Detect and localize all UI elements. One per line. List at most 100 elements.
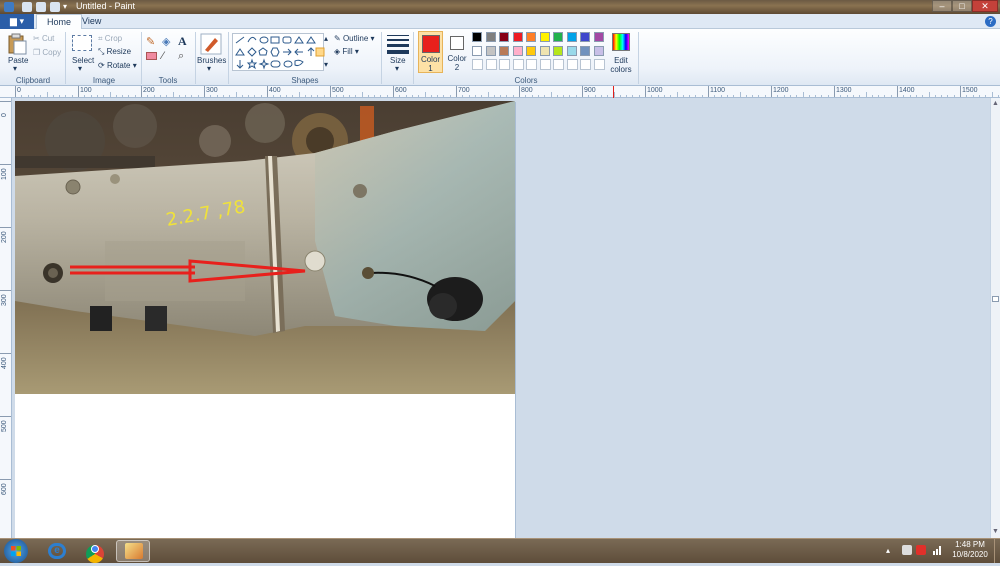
vertical-scrollbar[interactable]: ▲ ▼ — [990, 98, 1000, 538]
text-tool-icon[interactable]: A — [178, 34, 187, 49]
cut-button[interactable]: ✂ Cut — [33, 34, 54, 43]
color1-button[interactable]: Color 1 — [418, 31, 443, 73]
custom-color-slot[interactable] — [485, 59, 497, 70]
size-icon[interactable] — [387, 35, 409, 54]
file-menu-button[interactable]: ▆ ▾ — [0, 14, 34, 29]
custom-color-slot[interactable] — [472, 59, 483, 70]
eraser-icon[interactable] — [146, 52, 157, 60]
custom-color-slot[interactable] — [539, 59, 551, 70]
scroll-down-icon[interactable]: ▼ — [992, 528, 999, 535]
outline-button[interactable]: ✎ Outline ▾ — [334, 34, 375, 43]
ruler-tick — [0, 479, 11, 480]
custom-color-slot[interactable] — [593, 59, 605, 70]
taskbar-internet-explorer[interactable]: e — [40, 540, 74, 562]
outline-label: Outline — [342, 34, 369, 43]
taskbar-chrome[interactable] — [78, 540, 112, 563]
magnifier-icon[interactable]: ⌕ — [178, 50, 184, 63]
select-label[interactable]: Select — [72, 56, 94, 65]
undo-icon[interactable] — [36, 2, 46, 12]
start-button[interactable] — [4, 539, 28, 563]
help-icon[interactable]: ? — [985, 16, 996, 27]
brushes-dropdown-icon[interactable]: ▾ — [207, 64, 211, 73]
palette-swatch[interactable] — [539, 45, 550, 56]
save-icon[interactable] — [22, 2, 32, 12]
fill-bucket-icon[interactable]: ◈ — [162, 35, 170, 48]
palette-swatch[interactable] — [512, 32, 523, 42]
palette-swatch[interactable] — [580, 32, 590, 42]
ruler-label: 100 — [80, 87, 92, 94]
ruler-tick — [960, 86, 961, 97]
edit-colors-label-line1[interactable]: Edit — [614, 56, 628, 65]
ruler-label: 1000 — [647, 87, 663, 94]
palette-swatch[interactable] — [566, 45, 577, 56]
paste-dropdown-icon[interactable]: ▾ — [13, 64, 17, 73]
show-hidden-icons[interactable]: ▴ — [886, 546, 890, 555]
ruler-label: 0 — [17, 87, 21, 94]
palette-swatch[interactable] — [499, 45, 509, 56]
show-desktop-button[interactable] — [994, 539, 1000, 563]
shapes-more-icon[interactable]: ▾ — [324, 60, 328, 69]
palette-swatch[interactable] — [526, 45, 536, 56]
ruler-label: 600 — [1, 483, 8, 495]
palette-swatch[interactable] — [553, 45, 563, 56]
color2-button[interactable]: Color 2 — [446, 31, 468, 73]
close-button[interactable]: ✕ — [972, 0, 998, 12]
brushes-label[interactable]: Brushes — [197, 56, 226, 65]
rotate-button[interactable]: ⟳ Rotate ▾ — [98, 61, 137, 70]
chrome-icon — [86, 545, 104, 563]
taskbar-clock[interactable]: 1:48 PM 10/8/2020 — [948, 540, 992, 560]
palette-swatch[interactable] — [485, 45, 496, 56]
redo-icon[interactable] — [50, 2, 60, 12]
pasted-photo-transmission[interactable]: 2.2.7 ,78 — [15, 101, 515, 394]
palette-swatch[interactable] — [580, 45, 590, 56]
action-center-icon[interactable] — [902, 545, 912, 555]
resize-button[interactable]: ⤡ Resize — [98, 47, 131, 57]
color-palette — [472, 32, 612, 74]
custom-color-slot[interactable] — [553, 59, 564, 70]
palette-swatch[interactable] — [526, 32, 536, 42]
minimize-button[interactable]: – — [932, 0, 952, 12]
select-icon[interactable] — [72, 35, 92, 51]
ruler-tick — [141, 86, 142, 97]
image-group-label: Image — [92, 76, 116, 85]
palette-swatch[interactable] — [485, 32, 496, 42]
palette-swatch[interactable] — [593, 32, 604, 42]
palette-swatch[interactable] — [553, 32, 563, 42]
network-warning-icon[interactable] — [916, 545, 926, 555]
maximize-button[interactable]: □ — [952, 0, 972, 12]
select-dropdown-icon[interactable]: ▾ — [78, 64, 82, 73]
volume-icon[interactable] — [932, 545, 942, 555]
paint-app-icon[interactable] — [4, 2, 14, 12]
outline-icon: ✎ — [334, 34, 341, 44]
tab-view[interactable]: View — [72, 14, 111, 30]
custom-color-slot[interactable] — [566, 59, 578, 70]
palette-swatch[interactable] — [539, 32, 550, 42]
palette-swatch[interactable] — [566, 32, 577, 42]
palette-swatch[interactable] — [472, 32, 482, 42]
scroll-up-icon[interactable]: ▲ — [992, 100, 999, 107]
palette-swatch[interactable] — [593, 45, 604, 56]
color-picker-icon[interactable]: ⁄ — [162, 50, 164, 62]
size-dropdown-icon[interactable]: ▾ — [395, 64, 399, 73]
brushes-button[interactable] — [200, 33, 222, 55]
edit-colors-label-line2[interactable]: colors — [610, 65, 631, 74]
fill-button[interactable]: ◈ Fill ▾ — [334, 47, 359, 56]
palette-swatch[interactable] — [512, 45, 523, 56]
custom-color-slot[interactable] — [499, 59, 510, 70]
shapes-gallery[interactable] — [232, 33, 325, 71]
taskbar-paint[interactable] — [116, 540, 150, 562]
ruler-label: 200 — [1, 231, 8, 243]
copy-button[interactable]: ❐ Copy — [33, 48, 61, 57]
scroll-thumb[interactable] — [992, 296, 999, 302]
paste-button[interactable] — [6, 33, 28, 57]
custom-color-slot[interactable] — [526, 59, 537, 70]
edit-colors-button[interactable] — [612, 33, 632, 53]
palette-swatch[interactable] — [499, 32, 509, 42]
pencil-icon[interactable]: ✎ — [146, 35, 155, 48]
custom-color-slot[interactable] — [580, 59, 591, 70]
crop-button[interactable]: ⌗ Crop — [98, 34, 122, 44]
customize-quick-access-icon[interactable]: ▾ — [63, 2, 67, 11]
shapes-scroll-up-icon[interactable]: ▴ — [324, 34, 328, 43]
palette-swatch[interactable] — [472, 45, 482, 56]
custom-color-slot[interactable] — [512, 59, 524, 70]
